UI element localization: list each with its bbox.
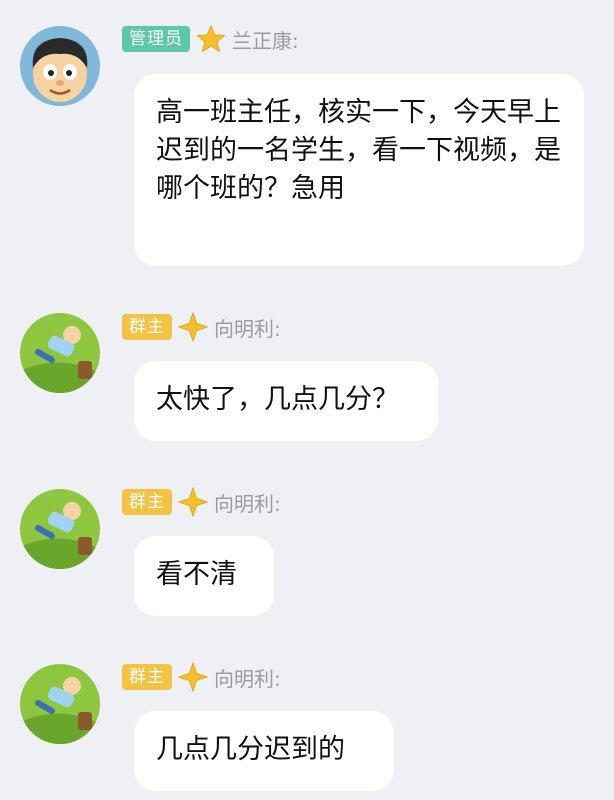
owner-badge: 群主 — [122, 664, 172, 690]
boy-lying-on-grass-avatar-icon[interactable] — [20, 313, 100, 393]
message-bubble[interactable]: 高一班主任，核实一下，今天早上迟到的一名学生，看一下视频，是哪个班的？急用 — [134, 74, 584, 266]
sender-name: 向明利: — [214, 316, 281, 341]
message-meta: 群主 向明利: — [122, 487, 281, 517]
owner-badge: 群主 — [122, 489, 172, 515]
message-meta: 群主 向明利: — [122, 312, 281, 342]
message-text: 看不清 — [156, 559, 237, 590]
boy-lying-on-grass-avatar-icon[interactable] — [20, 664, 100, 744]
gold-diamond-star-icon — [178, 312, 208, 342]
message-text: 太快了，几点几分？ — [156, 384, 399, 415]
message-text: 高一班主任，核实一下，今天早上迟到的一名学生，看一下视频，是哪个班的？急用 — [156, 97, 561, 204]
owner-badge: 群主 — [122, 314, 172, 340]
admin-badge: 管理员 — [122, 26, 190, 52]
sender-name: 向明利: — [214, 666, 281, 691]
message-bubble[interactable]: 太快了，几点几分？ — [134, 361, 438, 441]
message-meta: 群主 向明利: — [122, 662, 281, 692]
message-bubble[interactable]: 几点几分迟到的 — [134, 711, 394, 791]
gold-diamond-star-icon — [178, 662, 208, 692]
gold-diamond-star-icon — [178, 487, 208, 517]
cartoon-boy-avatar-icon[interactable] — [20, 26, 100, 106]
message-text: 几点几分迟到的 — [156, 734, 345, 765]
message-meta: 管理员 兰正康: — [122, 24, 299, 54]
boy-lying-on-grass-avatar-icon[interactable] — [20, 489, 100, 569]
message-bubble[interactable]: 看不清 — [134, 536, 274, 616]
sender-name: 兰正康: — [232, 28, 299, 53]
sender-name: 向明利: — [214, 491, 281, 516]
gold-star-icon — [196, 24, 226, 53]
